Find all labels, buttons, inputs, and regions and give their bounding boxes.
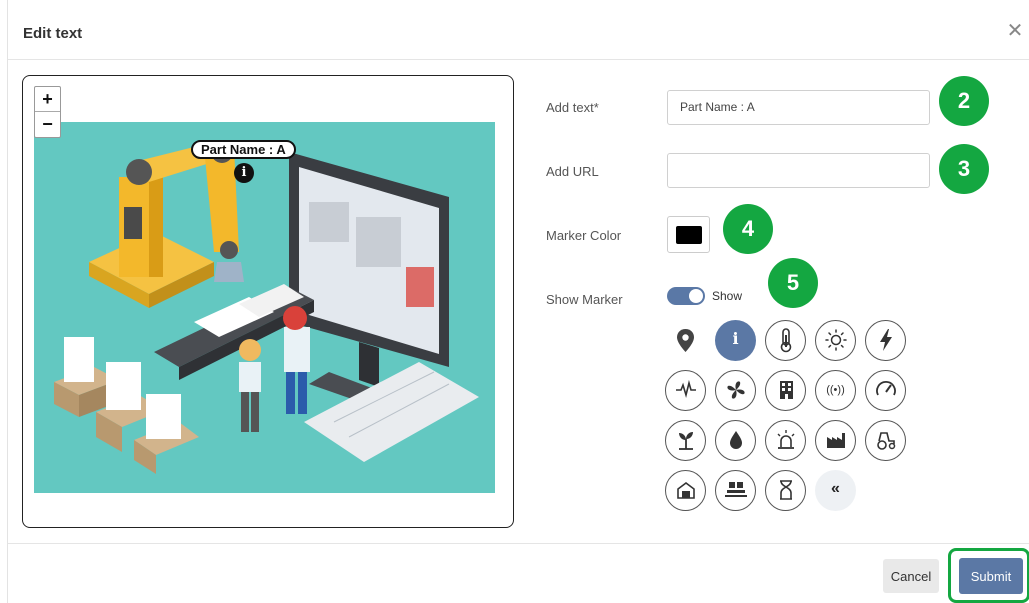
zoom-in-button[interactable]: + (35, 87, 60, 112)
step-badge-4: 4 (723, 204, 773, 254)
plant-icon[interactable] (665, 420, 706, 461)
factory-illustration (34, 122, 495, 493)
collapse-icon[interactable]: « (815, 470, 856, 511)
thermometer-icon[interactable] (765, 320, 806, 361)
sun-icon[interactable] (815, 320, 856, 361)
gauge-icon[interactable] (865, 370, 906, 411)
add-url-label: Add URL (546, 164, 599, 179)
show-marker-label: Show Marker (546, 292, 623, 307)
water-drop-icon[interactable] (715, 420, 756, 461)
add-text-input[interactable]: Part Name : A (667, 90, 930, 125)
truck-loader-icon[interactable] (715, 470, 756, 511)
color-swatch (676, 226, 702, 244)
step-badge-2: 2 (939, 76, 989, 126)
toggle-knob (689, 289, 703, 303)
show-marker-toggle[interactable] (667, 287, 705, 305)
dialog-footer-divider (8, 543, 1029, 544)
hourglass-icon[interactable] (765, 470, 806, 511)
marker-color-label: Marker Color (546, 228, 622, 243)
add-text-label: Add text* (546, 100, 599, 115)
zoom-control: + − (34, 86, 61, 138)
alarm-light-icon[interactable] (765, 420, 806, 461)
signal-icon[interactable]: ((•)) (815, 370, 856, 411)
pulse-icon[interactable] (665, 370, 706, 411)
step-badge-5: 5 (768, 258, 818, 308)
image-preview[interactable]: + − Part Name: A i (22, 75, 514, 528)
location-pin-icon[interactable] (665, 320, 706, 361)
fan-icon[interactable] (715, 370, 756, 411)
edit-text-dialog: Edit text ✕ + − Part Name: A i Add text… (7, 0, 1029, 603)
add-url-input[interactable] (667, 153, 930, 188)
cancel-button[interactable]: Cancel (883, 559, 939, 593)
step-badge-3: 3 (939, 144, 989, 194)
marker-info-icon[interactable]: i (234, 163, 254, 183)
submit-button[interactable]: Submit (959, 558, 1023, 594)
building-icon[interactable] (765, 370, 806, 411)
marker-label[interactable]: Part Name : A (191, 140, 296, 159)
warehouse-icon[interactable] (665, 470, 706, 511)
close-icon[interactable]: ✕ (1006, 21, 1024, 41)
dialog-title: Edit text (23, 25, 83, 42)
show-marker-toggle-text: Show (712, 289, 743, 303)
factory-scene-graphic (54, 141, 479, 474)
zoom-out-button[interactable]: − (35, 112, 60, 137)
dialog-header: Edit text ✕ (8, 0, 1029, 60)
factory-icon[interactable] (815, 420, 856, 461)
marker-color-picker[interactable] (667, 216, 710, 253)
info-icon[interactable]: i (715, 320, 756, 361)
lightning-icon[interactable] (865, 320, 906, 361)
tractor-icon[interactable] (865, 420, 906, 461)
